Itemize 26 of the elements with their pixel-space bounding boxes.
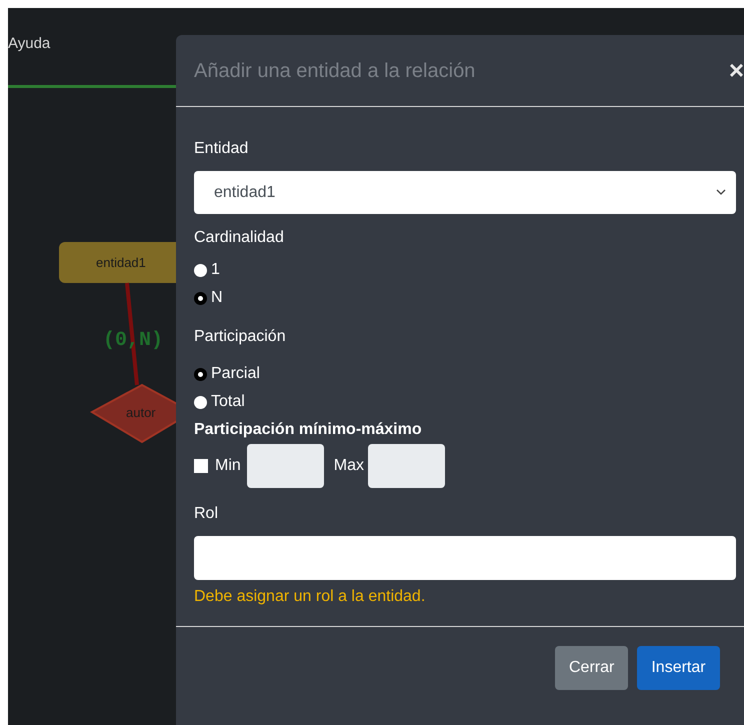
radio-label: Parcial — [211, 364, 260, 384]
close-button[interactable]: × — [728, 51, 744, 90]
radio-label: 1 — [211, 260, 220, 280]
relation-label: autor — [126, 404, 156, 422]
field-label: Entidad — [194, 139, 250, 159]
insert-button[interactable]: Insertar — [637, 646, 720, 690]
chevron-down-icon — [716, 189, 726, 196]
section-label: Participación mínimo-máximo — [194, 420, 423, 440]
field-label: Participación — [194, 327, 287, 347]
warning-text: Debe asignar un rol a la entidad. — [194, 587, 426, 607]
radio-button[interactable] — [194, 264, 207, 276]
min-field[interactable] — [246, 444, 324, 488]
radio-button[interactable] — [194, 292, 207, 304]
checkbox[interactable] — [194, 459, 208, 473]
radio-button[interactable] — [194, 368, 207, 380]
close-dialog-button[interactable]: Cerrar — [555, 646, 628, 690]
entity-select[interactable]: entidad1 — [194, 171, 736, 214]
radio-label: N — [211, 288, 223, 308]
max-field[interactable] — [368, 444, 446, 488]
radio-button[interactable] — [194, 396, 207, 408]
role-field[interactable] — [194, 536, 736, 580]
modal-title: Añadir una entidad a la relación — [194, 58, 476, 84]
radio-label: Total — [211, 392, 245, 412]
field-label: Rol — [194, 504, 220, 524]
max-label: Max — [334, 456, 364, 476]
min-label: Min — [215, 456, 241, 476]
